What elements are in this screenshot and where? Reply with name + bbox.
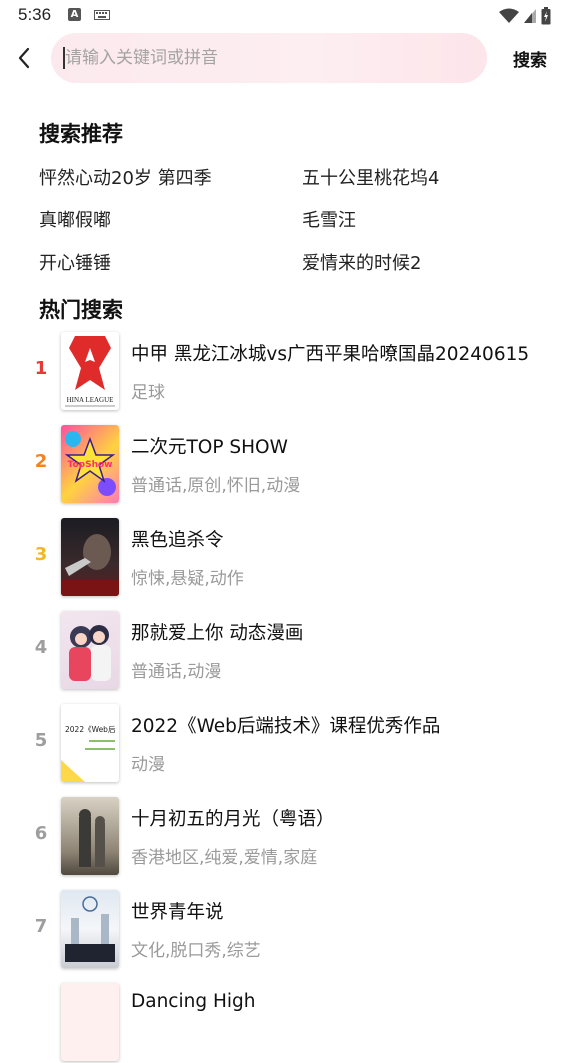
status-bar: 5:36 A [0,0,565,32]
poster-thumbnail: 2022《Web后 [61,704,119,782]
rank-number: 5 [34,730,48,751]
poster-thumbnail [61,890,119,968]
status-time: 5:36 [18,5,52,24]
recommend-item[interactable]: 怦然心动20岁 第四季 [39,164,212,190]
recommend-item[interactable]: 爱情来的时候2 [302,249,421,275]
search-field[interactable] [51,33,487,83]
item-title: 2022《Web后端技术》课程优秀作品 [131,716,441,737]
item-title: 二次元TOP SHOW [131,437,288,458]
hot-item[interactable]: Dancing High [0,981,565,1063]
item-tags: 文化,脱口秀,综艺 [131,941,261,961]
hot-item[interactable]: 5 2022《Web后 2022《Web后端技术》课程优秀作品 动漫 [0,702,565,784]
rank-number: 6 [34,823,48,844]
item-title: 那就爱上你 动态漫画 [131,623,304,644]
item-title: 中甲 黑龙江冰城vs广西平果哈嘹国晶20240615 [131,344,530,365]
search-bar: 搜索 [0,32,565,84]
poster-thumbnail [61,983,119,1061]
hot-item[interactable]: 2 TopShow 二次元TOP SHOW 普通话,原创,怀旧,动漫 [0,423,565,505]
rank-number: 2 [34,451,48,472]
poster-thumbnail: HINA LEAGUE [61,332,119,410]
recommend-item[interactable]: 开心锤锤 [39,249,111,275]
rank-number: 7 [34,916,48,937]
item-tags: 香港地区,纯爱,爱情,家庭 [131,848,318,868]
item-tags: 惊悚,悬疑,动作 [131,569,244,589]
recommend-section-title: 搜索推荐 [39,122,123,146]
recommend-item[interactable]: 五十公里桃花坞4 [302,164,439,190]
poster-thumbnail [61,797,119,875]
status-icons [499,6,551,26]
hot-item[interactable]: 1 HINA LEAGUE 中甲 黑龙江冰城vs广西平果哈嘹国晶20240615… [0,330,565,412]
rank-number: 4 [34,637,48,658]
item-tags: 足球 [131,383,165,403]
hot-item[interactable]: 4 那就爱上你 动态漫画 普通话,动漫 [0,609,565,691]
poster-thumbnail [61,611,119,689]
rank-number: 3 [34,544,48,565]
recommend-item[interactable]: 真嘟假嘟 [39,206,111,232]
item-title: 黑色追杀令 [131,530,224,551]
thumb-text: 2022《Web后 [65,724,116,734]
poster-thumbnail: TopShow [61,425,119,503]
item-tags: 普通话,原创,怀旧,动漫 [131,476,301,496]
search-button[interactable]: 搜索 [513,46,547,71]
thumb-text: TopShow [68,460,113,470]
item-title: Dancing High [131,991,256,1012]
accessibility-icon: A [68,8,81,21]
hot-section-title: 热门搜索 [39,298,123,322]
item-tags: 普通话,动漫 [131,662,222,682]
wifi-icon [499,8,519,23]
battery-icon [541,7,551,25]
keyboard-icon [94,10,110,20]
hot-item[interactable]: 6 十月初五的月光（粤语） 香港地区,纯爱,爱情,家庭 [0,795,565,877]
hot-item[interactable]: 3 黑色追杀令 惊悚,悬疑,动作 [0,516,565,598]
signal-icon [524,9,536,23]
thumb-text: HINA LEAGUE [67,396,114,404]
text-caret [63,47,65,69]
rank-number: 1 [34,358,48,379]
poster-thumbnail [61,518,119,596]
back-button[interactable] [10,44,38,72]
recommend-item[interactable]: 毛雪汪 [302,206,356,232]
chevron-left-icon [18,47,30,69]
hot-item[interactable]: 7 世界青年说 文化,脱口秀,综艺 [0,888,565,970]
item-title: 世界青年说 [131,902,224,923]
item-title: 十月初五的月光（粤语） [131,809,335,830]
item-tags: 动漫 [131,755,165,775]
search-input[interactable] [63,47,467,69]
